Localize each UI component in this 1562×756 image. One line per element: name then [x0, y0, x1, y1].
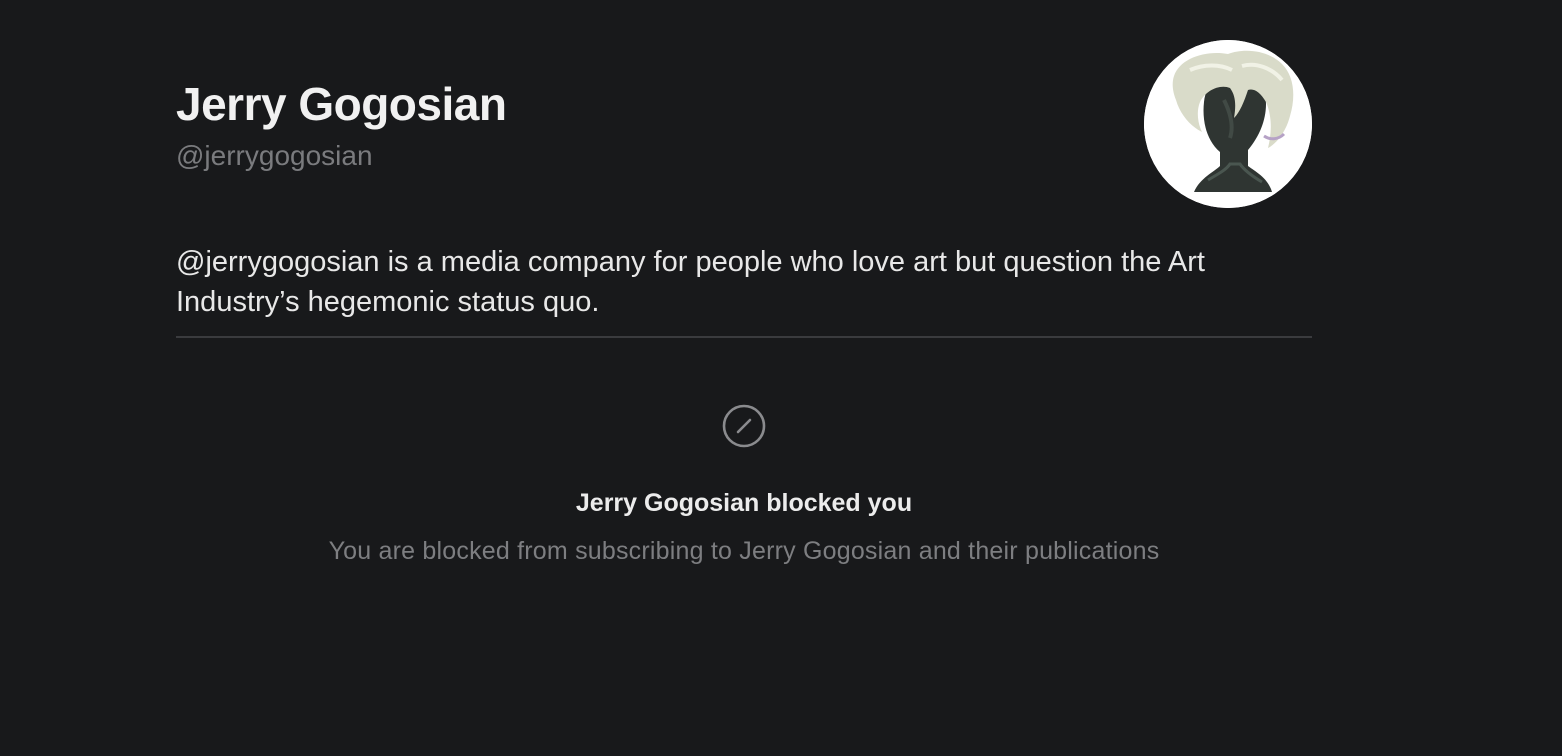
blocked-message: You are blocked from subscribing to Jerr…	[328, 537, 1160, 565]
profile-handle: @jerrygogosian	[176, 140, 373, 171]
blocked-circle-icon	[722, 404, 766, 448]
avatar[interactable]	[1144, 40, 1312, 208]
avatar-bust-icon	[1144, 40, 1312, 208]
profile-bio: @jerrygogosian is a media company for pe…	[176, 246, 1205, 318]
blocked-title: Jerry Gogosian blocked you	[575, 489, 913, 517]
profile-header: Jerry Gogosian @jerrygogosian @jerrygogo…	[176, 0, 1312, 340]
profile-name: Jerry Gogosian	[176, 78, 507, 130]
blocked-notice: Jerry Gogosian blocked you You are block…	[176, 338, 1312, 598]
profile-page: Jerry Gogosian @jerrygogosian @jerrygogo…	[0, 0, 1562, 756]
